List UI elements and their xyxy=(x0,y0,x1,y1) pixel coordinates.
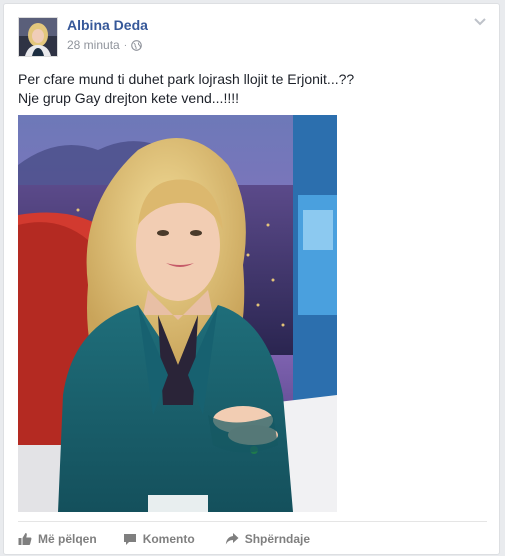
post-actions: Më pëlqen Komento Shpërndaje xyxy=(18,528,310,550)
photo-image xyxy=(18,115,337,512)
post-text: Per cfare mund ti duhet park lojrash llo… xyxy=(18,70,478,108)
thumbs-up-icon xyxy=(18,533,32,545)
comment-button[interactable]: Komento xyxy=(123,532,195,546)
like-label: Më pëlqen xyxy=(38,532,97,546)
share-button[interactable]: Shpërndaje xyxy=(225,532,310,546)
avatar-image xyxy=(19,18,57,56)
like-button[interactable]: Më pëlqen xyxy=(18,532,97,546)
author-name[interactable]: Albina Deda xyxy=(67,17,148,33)
post-timestamp[interactable]: 28 minuta xyxy=(67,38,120,52)
avatar[interactable] xyxy=(18,17,58,57)
chevron-down-icon[interactable] xyxy=(473,17,487,27)
comment-icon xyxy=(123,534,136,545)
share-label: Shpërndaje xyxy=(244,532,311,546)
post-card: Albina Deda 28 minuta · Per cfare mund t… xyxy=(3,3,500,555)
action-divider xyxy=(18,521,487,522)
globe-icon[interactable] xyxy=(131,39,142,51)
post-meta: 28 minuta · xyxy=(67,38,142,52)
share-icon xyxy=(225,533,239,545)
post-text-line: Per cfare mund ti duhet park lojrash llo… xyxy=(18,71,355,87)
post-text-line: Nje grup Gay drejton kete vend...!!!! xyxy=(18,90,240,106)
comment-label: Komento xyxy=(142,532,195,546)
meta-separator: · xyxy=(123,39,128,51)
post-photo[interactable] xyxy=(18,115,337,512)
